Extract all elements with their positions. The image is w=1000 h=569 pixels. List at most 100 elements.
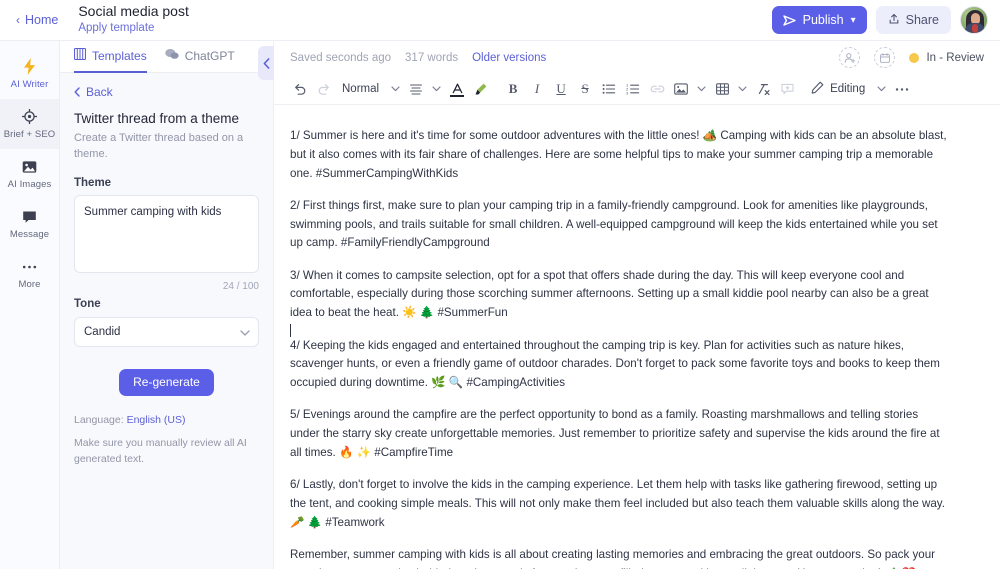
editor-area: Saved seconds ago 317 words Older versio… — [274, 41, 1000, 569]
panel-content: Back Twitter thread from a theme Create … — [60, 73, 273, 481]
share-upload-icon — [888, 13, 900, 28]
document-meta: Social media post Apply template — [78, 3, 189, 37]
add-person-icon — [844, 52, 856, 63]
redo-button[interactable] — [312, 77, 336, 101]
sidebar-item-ai-writer[interactable]: AI Writer — [0, 49, 59, 99]
editing-mode-dropdown[interactable]: Editing — [807, 81, 865, 97]
top-bar: ‹ Home Social media post Apply template … — [0, 0, 1000, 41]
sidebar-item-label: AI Images — [7, 179, 52, 190]
publish-button[interactable]: Publish ▾ — [771, 6, 867, 34]
paragraph-style-chevron-down-icon[interactable] — [387, 77, 404, 101]
left-rail: AI Writer Brief + SEO AI Images Message — [0, 41, 60, 569]
italic-button[interactable]: I — [525, 77, 549, 101]
align-button[interactable] — [404, 77, 428, 101]
pencil-icon — [811, 81, 824, 97]
chat-icon — [22, 208, 37, 225]
add-comment-button[interactable] — [775, 77, 799, 101]
apply-template-link[interactable]: Apply template — [78, 21, 189, 37]
sidebar-item-ai-images[interactable]: AI Images — [0, 149, 59, 199]
image-chevron-down-icon[interactable] — [693, 77, 710, 101]
older-versions-link[interactable]: Older versions — [472, 52, 546, 64]
home-back-link[interactable]: ‹ Home — [10, 9, 64, 31]
panel-tab-bar: Templates ChatGPT — [60, 41, 273, 73]
regenerate-button[interactable]: Re-generate — [119, 368, 214, 396]
template-title: Twitter thread from a theme — [74, 111, 240, 126]
status-label: In - Review — [926, 51, 984, 64]
tab-label: Templates — [92, 48, 147, 63]
bold-button[interactable]: B — [501, 77, 525, 101]
collapse-panel-button[interactable] — [258, 46, 274, 80]
more-options-button[interactable] — [890, 77, 914, 101]
insert-table-button[interactable] — [710, 77, 734, 101]
insert-image-button[interactable] — [669, 77, 693, 101]
sidebar-item-label: AI Writer — [10, 79, 49, 90]
chevron-left-icon — [74, 87, 80, 97]
home-label: Home — [25, 13, 59, 27]
sidebar-item-brief-seo[interactable]: Brief + SEO — [0, 99, 59, 149]
sidebar-item-more[interactable]: More — [0, 249, 59, 299]
publish-label: Publish — [802, 13, 844, 27]
avatar[interactable] — [960, 6, 988, 34]
chevron-left-icon — [263, 57, 269, 69]
schedule-button[interactable] — [874, 47, 896, 68]
paragraph-style-dropdown[interactable]: Normal — [336, 83, 387, 95]
chevron-left-icon: ‹ — [16, 12, 20, 27]
language-link[interactable]: English (US) — [127, 414, 186, 426]
image-icon — [22, 158, 37, 175]
strikethrough-button[interactable]: S — [573, 77, 597, 101]
align-chevron-down-icon[interactable] — [428, 77, 445, 101]
tab-label: ChatGPT — [184, 48, 235, 63]
app-root: ‹ Home Social media post Apply template … — [0, 0, 1000, 569]
document-status-bar: Saved seconds ago 317 words Older versio… — [274, 41, 1000, 74]
highlight-button[interactable] — [469, 77, 493, 101]
link-button[interactable] — [645, 77, 669, 101]
sidebar-item-message[interactable]: Message — [0, 199, 59, 249]
editing-chevron-down-icon[interactable] — [873, 77, 890, 101]
numbered-list-button[interactable]: 123 — [621, 77, 645, 101]
tone-select[interactable]: Candid — [74, 316, 259, 347]
word-count: 317 words — [405, 51, 459, 64]
body-wrapper: AI Writer Brief + SEO AI Images Message — [0, 41, 1000, 569]
template-description: Create a Twitter thread based on a theme… — [74, 132, 244, 160]
share-button[interactable]: Share — [875, 6, 951, 34]
regenerate-row: Re-generate — [74, 368, 259, 396]
ellipsis-icon — [22, 258, 37, 275]
document-paragraph: 2/ First things first, make sure to plan… — [290, 198, 938, 250]
document-paragraph: 4/ Keeping the kids engaged and entertai… — [290, 338, 940, 390]
back-label: Back — [86, 85, 113, 99]
tab-templates[interactable]: Templates — [73, 42, 147, 73]
editor-toolbar: Normal B I U S 1 2 3 Editing — [274, 74, 1000, 105]
undo-button[interactable] — [288, 77, 312, 101]
document-content: 1/ Summer is here and it's time for some… — [290, 127, 950, 569]
status-badge[interactable]: In - Review — [909, 52, 984, 64]
document-paragraph: 6/ Lastly, don't forget to involve the k… — [290, 478, 945, 529]
template-panel: Templates ChatGPT Back Twitter thread fr… — [60, 41, 274, 569]
chevron-down-icon: ▾ — [850, 14, 856, 26]
table-chevron-down-icon[interactable] — [734, 77, 751, 101]
theme-input[interactable] — [74, 194, 259, 273]
ai-disclaimer: Make sure you manually review all AI gen… — [74, 436, 247, 465]
status-dot-icon — [909, 52, 920, 63]
theme-char-count: 24 / 100 — [222, 280, 259, 292]
lightning-icon — [23, 58, 36, 75]
language-row: Language: English (US) — [74, 414, 259, 426]
text-color-button[interactable] — [445, 77, 469, 101]
svg-text:3: 3 — [626, 91, 629, 95]
bulleted-list-button[interactable] — [597, 77, 621, 101]
target-icon — [22, 108, 37, 125]
theme-field-label: Theme — [74, 176, 112, 189]
back-button[interactable]: Back — [74, 85, 259, 99]
underline-button[interactable]: U — [549, 77, 573, 101]
avatar-scarf — [972, 24, 978, 33]
document-paragraph: Remember, summer camping with kids is al… — [290, 548, 936, 569]
document-paragraph: 5/ Evenings around the campfire are the … — [290, 408, 940, 459]
tone-field-label: Tone — [74, 297, 101, 310]
tab-chatgpt[interactable]: ChatGPT — [165, 42, 235, 73]
clear-formatting-button[interactable] — [751, 77, 775, 101]
editing-label: Editing — [830, 83, 866, 95]
document-canvas[interactable]: 1/ Summer is here and it's time for some… — [274, 105, 1000, 569]
topbar-actions: Publish ▾ Share — [771, 6, 988, 34]
calendar-icon — [880, 52, 890, 63]
grid-icon — [73, 47, 87, 63]
add-collaborator-button[interactable] — [839, 47, 861, 68]
